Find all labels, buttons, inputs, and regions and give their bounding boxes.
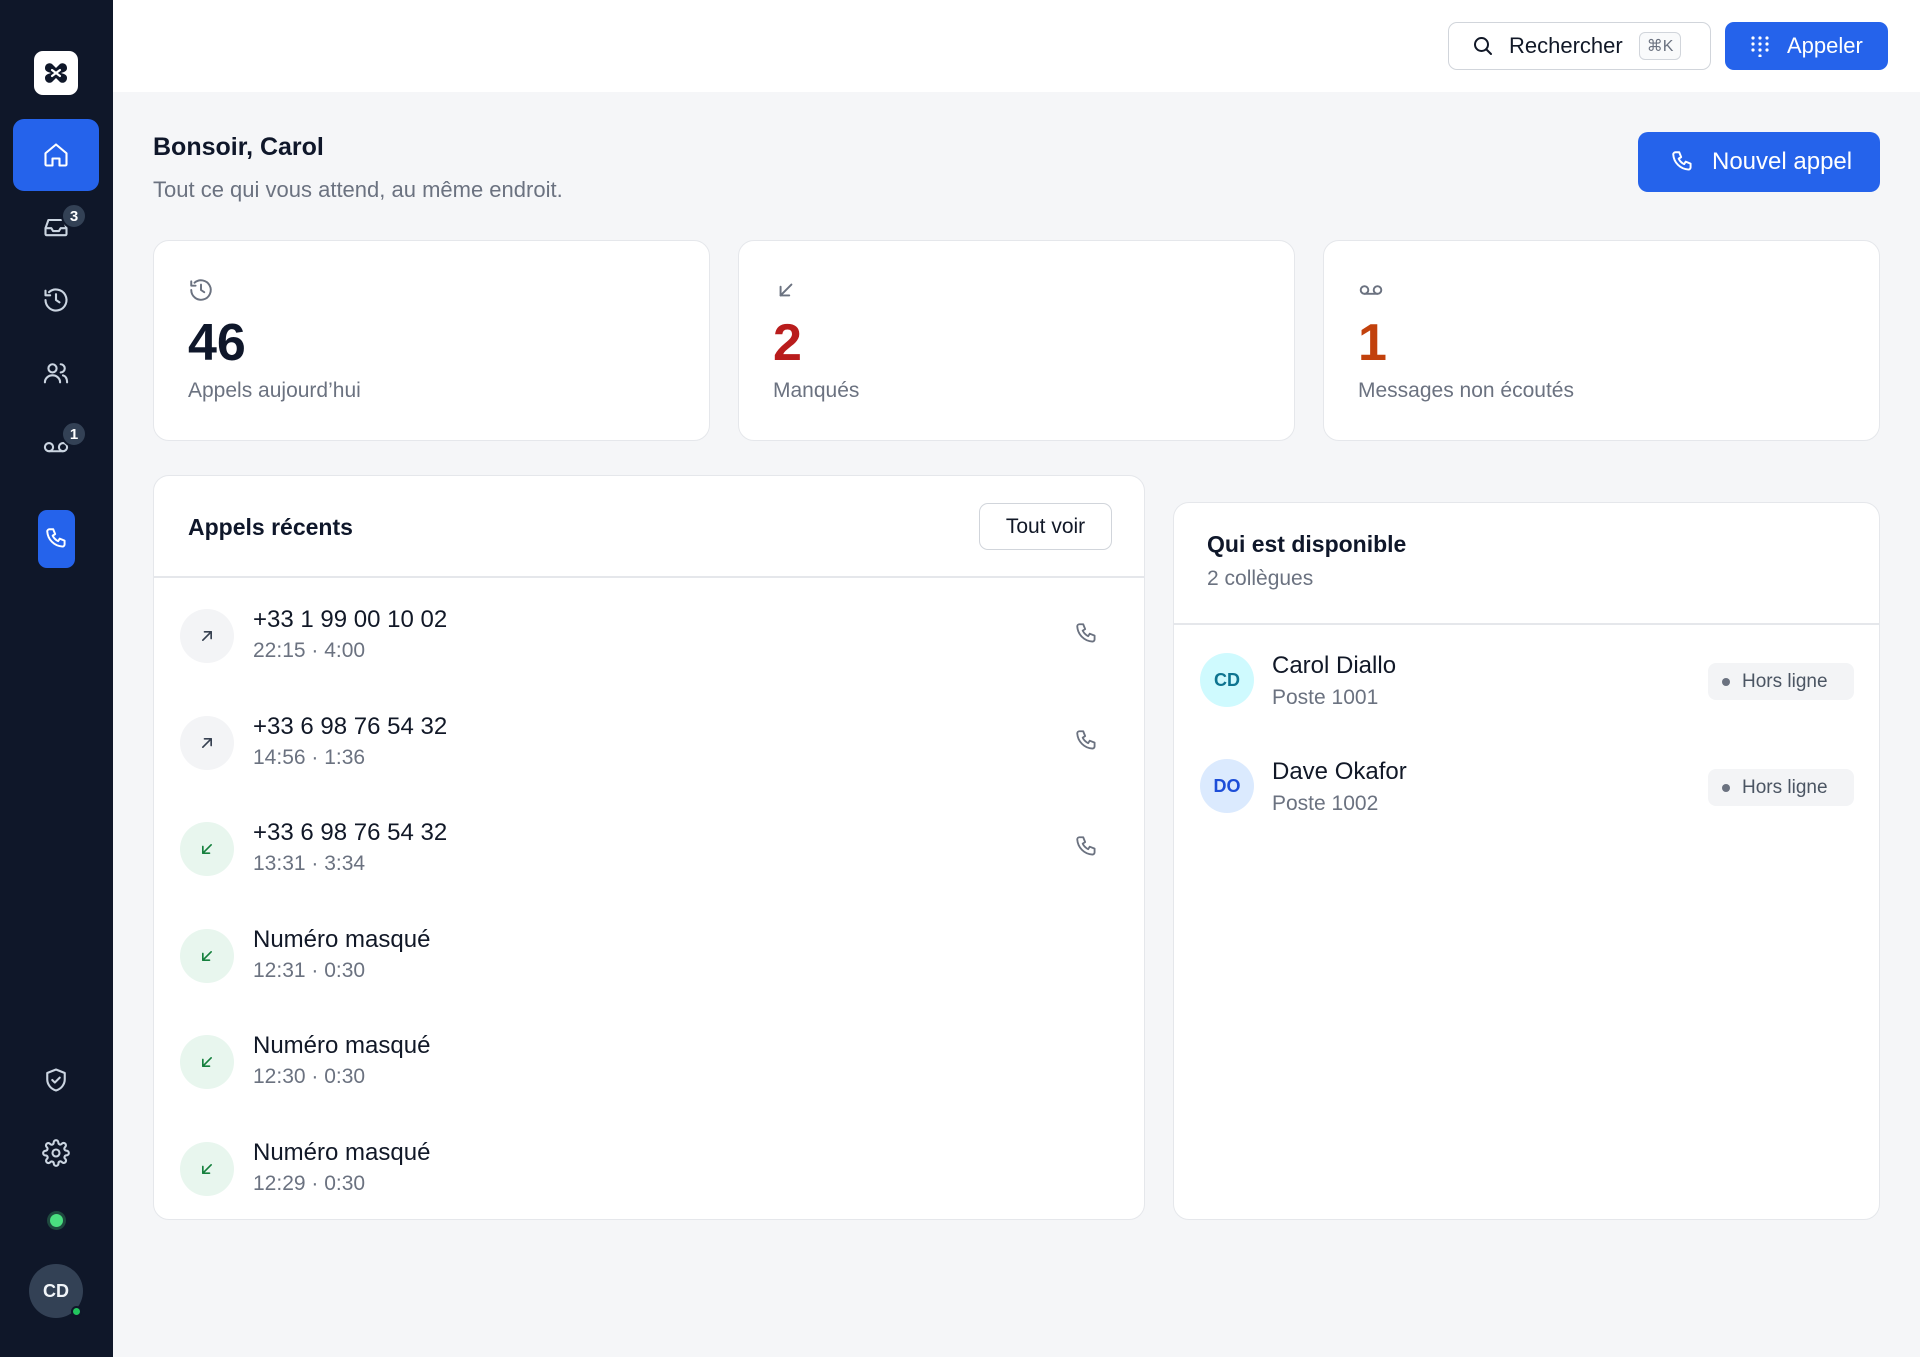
shield-check-icon: [46, 1068, 66, 1092]
presence-status-dot[interactable]: [50, 1214, 63, 1227]
stat-label: Appels aujourd’hui: [188, 379, 361, 402]
call-number: +33 6 98 76 54 32: [253, 713, 448, 740]
search-shortcut: ⌘K: [1638, 32, 1682, 60]
member-extension: Poste 1002: [1272, 792, 1379, 815]
sidebar-item-history[interactable]: [13, 264, 99, 336]
stat-card-missed[interactable]: 2 Manqués: [738, 240, 1295, 441]
callback-phone-icon[interactable]: [1074, 621, 1100, 647]
call-row[interactable]: +33 6 98 76 54 32 14:56 · 1:36: [154, 687, 1144, 793]
call-meta: 12:29 · 0:30: [253, 1172, 366, 1195]
call-row[interactable]: Numéro masqué 12:30 · 0:30: [154, 1006, 1144, 1112]
incoming-call-icon: [180, 1142, 234, 1196]
phone-icon: [1672, 151, 1692, 171]
history-icon: [44, 288, 68, 312]
call-number: Numéro masqué: [253, 1139, 431, 1166]
status-badge: Hors ligne: [1708, 663, 1854, 700]
status-badge: Hors ligne: [1708, 769, 1854, 806]
call-number: +33 6 98 76 54 32: [253, 819, 448, 846]
divider: [154, 576, 1144, 578]
availability-subtitle: 2 collègues: [1207, 567, 1314, 590]
stat-label: Manqués: [773, 379, 860, 402]
member-name: Dave Okafor: [1272, 758, 1407, 785]
status-dot: [1722, 677, 1730, 686]
sidebar-item-settings[interactable]: [13, 1117, 99, 1189]
call-meta: 13:31 · 3:34: [253, 852, 366, 875]
status-label: Hors ligne: [1742, 776, 1828, 798]
availability-panel: Qui est disponible 2 collègues CD Carol …: [1173, 502, 1880, 1220]
member-row[interactable]: DO Dave Okafor Poste 1002 Hors ligne: [1174, 733, 1879, 839]
member-name: Carol Diallo: [1272, 652, 1397, 679]
availability-title: Qui est disponible: [1207, 531, 1407, 557]
new-call-button[interactable]: Nouvel appel: [1638, 132, 1880, 192]
see-all-button[interactable]: Tout voir: [979, 503, 1112, 550]
member-extension: Poste 1001: [1272, 686, 1379, 709]
call-row[interactable]: Numéro masqué 12:29 · 0:30: [154, 1113, 1144, 1219]
stat-card-calls-today[interactable]: 46 Appels aujourd’hui: [153, 240, 710, 441]
incoming-call-icon: [180, 929, 234, 983]
voicemail-icon: [1358, 277, 1384, 303]
inbox-badge: 3: [61, 203, 87, 229]
call-row[interactable]: +33 1 99 00 10 02 22:15 · 4:00: [154, 580, 1144, 686]
sidebar-item-home[interactable]: [13, 119, 99, 191]
incoming-call-icon: [180, 1035, 234, 1089]
topbar: Rechercher ⌘K Appeler: [113, 0, 1920, 92]
stat-card-voicemail[interactable]: 1 Messages non écoutés: [1323, 240, 1880, 441]
greeting-subtitle: Tout ce qui vous attend, au même endroit…: [153, 177, 563, 202]
call-meta: 14:56 · 1:36: [253, 746, 366, 769]
call-row[interactable]: Numéro masqué 12:31 · 0:30: [154, 900, 1144, 1006]
search-label: Rechercher: [1509, 33, 1623, 58]
sidebar-item-inbox[interactable]: [13, 191, 99, 263]
outgoing-call-icon: [180, 609, 234, 663]
stat-value: 46: [188, 314, 246, 372]
callback-phone-icon[interactable]: [1074, 834, 1100, 860]
call-number: Numéro masqué: [253, 1032, 431, 1059]
phone-icon: [45, 528, 66, 548]
dialpad-icon: [1751, 36, 1769, 57]
search-icon: [1474, 37, 1492, 55]
stat-value: 1: [1358, 314, 1387, 372]
sidebar-item-dialer[interactable]: [38, 510, 75, 568]
call-meta: 22:15 · 4:00: [253, 639, 366, 662]
search-button[interactable]: Rechercher ⌘K: [1448, 22, 1711, 70]
avatar: CD: [1200, 653, 1254, 707]
stat-label: Messages non écoutés: [1358, 379, 1574, 402]
stat-value: 2: [773, 314, 802, 372]
app-logo[interactable]: [34, 51, 78, 95]
call-button-label: Appeler: [1787, 33, 1863, 58]
users-icon: [43, 363, 69, 384]
sidebar-item-contacts[interactable]: [13, 337, 99, 409]
call-row[interactable]: +33 6 98 76 54 32 13:31 · 3:34: [154, 793, 1144, 899]
avatar: DO: [1200, 759, 1254, 813]
new-call-label: Nouvel appel: [1712, 148, 1853, 175]
member-row[interactable]: CD Carol Diallo Poste 1001 Hors ligne: [1174, 627, 1879, 733]
sidebar-item-security[interactable]: [13, 1044, 99, 1116]
home-icon: [44, 143, 68, 167]
greeting-title: Bonsoir, Carol: [153, 133, 324, 161]
sidebar: 3 1 CD: [0, 0, 113, 1357]
logo-icon: [45, 63, 67, 83]
user-online-indicator: [71, 1306, 82, 1317]
status-label: Hors ligne: [1742, 670, 1828, 692]
history-icon: [188, 277, 214, 303]
call-number: Numéro masqué: [253, 926, 431, 953]
callback-phone-icon[interactable]: [1074, 728, 1100, 754]
call-meta: 12:31 · 0:30: [253, 959, 366, 982]
recent-calls-panel: Appels récents Tout voir +33 1 99 00 10 …: [153, 475, 1145, 1220]
call-number: +33 1 99 00 10 02: [253, 606, 448, 633]
call-meta: 12:30 · 0:30: [253, 1065, 366, 1088]
outgoing-call-icon: [180, 716, 234, 770]
gear-icon: [42, 1139, 70, 1167]
divider: [1174, 623, 1879, 625]
voicemail-badge: 1: [61, 421, 87, 447]
recent-calls-title: Appels récents: [188, 514, 353, 540]
status-dot: [1722, 783, 1730, 792]
sidebar-item-voicemail[interactable]: [13, 410, 99, 482]
call-button[interactable]: Appeler: [1725, 22, 1888, 70]
incoming-call-icon: [180, 822, 234, 876]
arrow-down-left-icon: [773, 277, 799, 303]
